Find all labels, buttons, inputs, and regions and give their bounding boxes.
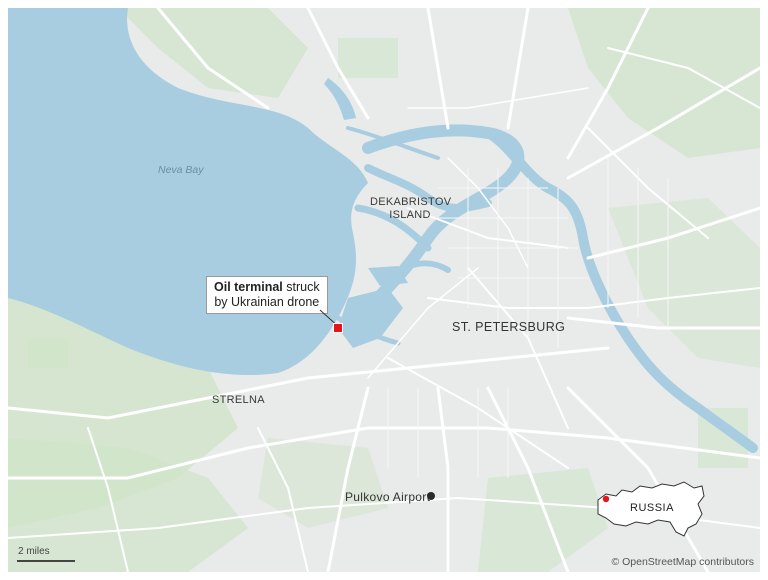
callout-line2: by Ukrainian drone xyxy=(214,295,320,309)
strelna-label: STRELNA xyxy=(212,394,265,406)
russia-label: RUSSIA xyxy=(630,502,674,514)
scale-label: 2 miles xyxy=(18,546,50,557)
neva-bay-label: Neva Bay xyxy=(158,164,204,176)
oil-terminal-callout: Oil terminal struck by Ukrainian drone xyxy=(206,276,328,314)
callout-line1: struck xyxy=(282,280,320,294)
callout-bold: Oil terminal xyxy=(214,280,283,294)
attribution[interactable]: © OpenStreetMap contributors xyxy=(611,556,754,568)
pulkovo-airport-label: Pulkovo Airport xyxy=(345,490,431,504)
map-canvas[interactable]: Neva Bay DEKABRISTOV ISLAND ST. PETERSBU… xyxy=(8,8,760,572)
scale-bar xyxy=(17,560,75,562)
dekabristov-island-label: DEKABRISTOV ISLAND xyxy=(370,196,452,221)
location-dot xyxy=(602,495,610,503)
st-petersburg-label: ST. PETERSBURG xyxy=(452,320,566,334)
airport-marker[interactable] xyxy=(427,492,435,500)
oil-terminal-marker[interactable] xyxy=(333,323,343,333)
